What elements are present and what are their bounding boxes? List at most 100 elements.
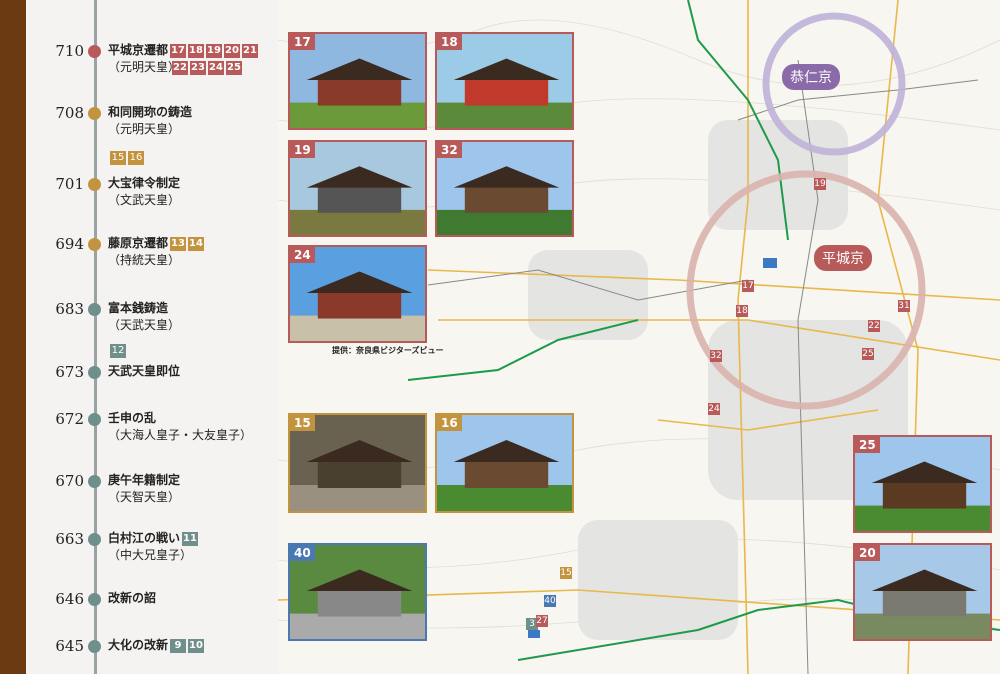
site-photo[interactable]: 32	[435, 140, 574, 237]
timeline-text: 庚午年籍制定 （天智天皇）	[108, 472, 180, 506]
photo-ref-badge[interactable]: 12	[110, 343, 126, 358]
timeline-year: 710	[55, 42, 84, 60]
photo-ref-badge[interactable]: 15	[110, 150, 126, 165]
timeline-dot	[88, 533, 101, 546]
photo-ref-badge[interactable]: 14	[188, 236, 205, 251]
photo-ref-badge[interactable]: 20	[224, 43, 241, 58]
photo-credit: 提供：奈良県ビジターズビュー	[332, 346, 444, 355]
timeline-title: 平城京遷都	[108, 43, 169, 57]
photo-ref-badge[interactable]: 10	[188, 638, 205, 653]
timeline-text: 天武天皇即位	[108, 363, 180, 380]
timeline-title: 庚午年籍制定	[108, 473, 181, 487]
timeline-year: 672	[55, 410, 84, 428]
timeline-panel: 710 平城京遷都 17 18 19 20 21 22 23 24 25 （元明天皇） 708 和同開珎の…	[26, 0, 278, 674]
site-photo[interactable]: 18	[435, 32, 574, 130]
kuni-capital-label: 恭仁京	[782, 64, 840, 90]
site-photo[interactable]: 16	[435, 413, 574, 513]
photo-ref-badge[interactable]: 13	[170, 236, 187, 251]
timeline-title: 藤原京遷都	[108, 236, 169, 250]
timeline-dot	[88, 475, 101, 488]
timeline-year: 670	[55, 472, 84, 490]
map-site-marker[interactable]: 22	[868, 320, 880, 332]
timeline-title: 大化の改新	[108, 638, 169, 652]
timeline-dot	[88, 107, 101, 120]
timeline-text: 白村江の戦い 11 （中大兄皇子）	[108, 530, 199, 564]
map-site-marker[interactable]: 25	[862, 348, 874, 360]
photo-ref-badge[interactable]: 11	[182, 531, 199, 546]
photo-number: 18	[437, 34, 462, 50]
photo-number: 17	[290, 34, 315, 50]
map-site-marker[interactable]: 24	[708, 403, 720, 415]
timeline-subtitle: （文武天皇）	[108, 193, 181, 207]
timeline-dot	[88, 303, 101, 316]
timeline-dot	[88, 413, 101, 426]
timeline-dot	[88, 366, 101, 379]
timeline-dot	[88, 238, 101, 251]
timeline-title: 大宝律令制定	[108, 176, 181, 190]
timeline-line	[94, 0, 97, 674]
photo-ref-badge[interactable]: 18	[188, 43, 205, 58]
timeline-text: 大化の改新 9 10	[108, 637, 205, 654]
map-site-marker[interactable]: 32	[710, 350, 722, 362]
timeline-text: 改新の詔	[108, 590, 156, 607]
timeline-subtitle: （持統天皇）	[108, 253, 181, 267]
standalone-badge-row: 12	[108, 340, 126, 359]
timeline-subtitle: （天智天皇）	[108, 490, 181, 504]
timeline-title: 富本銭鋳造	[108, 301, 169, 315]
timeline-title: 壬申の乱	[108, 411, 157, 425]
photo-number: 40	[290, 545, 315, 561]
timeline-text: 和同開珎の鋳造 （元明天皇）	[108, 104, 192, 138]
site-photo[interactable]: 24	[288, 245, 427, 343]
timeline-year: 663	[55, 530, 84, 548]
photo-ref-badge[interactable]: 19	[206, 43, 223, 58]
map-site-marker[interactable]: 27	[536, 615, 548, 627]
photo-ref-badge[interactable]: 16	[128, 150, 144, 165]
timeline-dot	[88, 178, 101, 191]
timeline-text: 壬申の乱 （大海人皇子・大友皇子）	[108, 410, 252, 444]
photo-number: 15	[290, 415, 315, 431]
timeline-year: 645	[55, 637, 84, 655]
timeline-subtitle: （中大兄皇子）	[108, 548, 193, 562]
photo-number: 32	[437, 142, 462, 158]
timeline-subtitle: （天武天皇）	[108, 318, 181, 332]
site-photo[interactable]: 25	[853, 435, 992, 533]
standalone-badge-row: 15 16	[108, 147, 144, 166]
photo-number: 24	[290, 247, 315, 263]
site-photo[interactable]: 20	[853, 543, 992, 641]
timeline-title: 白村江の戦い	[108, 531, 181, 545]
timeline-year: 683	[55, 300, 84, 318]
map-site-marker[interactable]: 19	[814, 178, 826, 190]
site-photo[interactable]: 40	[288, 543, 427, 641]
site-photo[interactable]: 17	[288, 32, 427, 130]
photo-ref-badge[interactable]: 21	[242, 43, 259, 58]
photo-number: 20	[855, 545, 880, 561]
timeline-year: 708	[55, 104, 84, 122]
heijo-capital-label: 平城京	[814, 245, 872, 271]
photo-ref-badge[interactable]: 24	[208, 60, 224, 75]
photo-number: 16	[437, 415, 462, 431]
timeline-text: 富本銭鋳造 （天武天皇）	[108, 300, 180, 334]
site-photo[interactable]: 19	[288, 140, 427, 237]
timeline-text: 藤原京遷都 13 14 （持統天皇）	[108, 235, 205, 269]
photo-ref-badge[interactable]: 25	[226, 60, 242, 75]
photo-ref-badge[interactable]: 17	[170, 43, 187, 58]
photo-number: 25	[855, 437, 880, 453]
timeline-year: 646	[55, 590, 84, 608]
map-site-marker[interactable]: 17	[742, 280, 754, 292]
photo-number: 19	[290, 142, 315, 158]
site-photo[interactable]: 15	[288, 413, 427, 513]
map-site-marker[interactable]: 31	[898, 300, 910, 312]
timeline-dot	[88, 593, 101, 606]
timeline-title: 改新の詔	[108, 591, 157, 605]
photo-ref-badge[interactable]: 23	[190, 60, 206, 75]
timeline-title: 和同開珎の鋳造	[108, 105, 193, 119]
timeline-subtitle: （元明天皇）	[108, 122, 181, 136]
photo-ref-badge[interactable]: 9	[170, 638, 187, 653]
brown-side-strip	[0, 0, 26, 674]
map-site-marker[interactable]: 15	[560, 567, 572, 579]
timeline-year: 694	[55, 235, 84, 253]
map-site-marker[interactable]: 18	[736, 305, 748, 317]
timeline-subtitle: （大海人皇子・大友皇子）	[108, 428, 253, 442]
timeline-text: 大宝律令制定 （文武天皇）	[108, 175, 180, 209]
map-site-marker[interactable]: 40	[544, 595, 556, 607]
